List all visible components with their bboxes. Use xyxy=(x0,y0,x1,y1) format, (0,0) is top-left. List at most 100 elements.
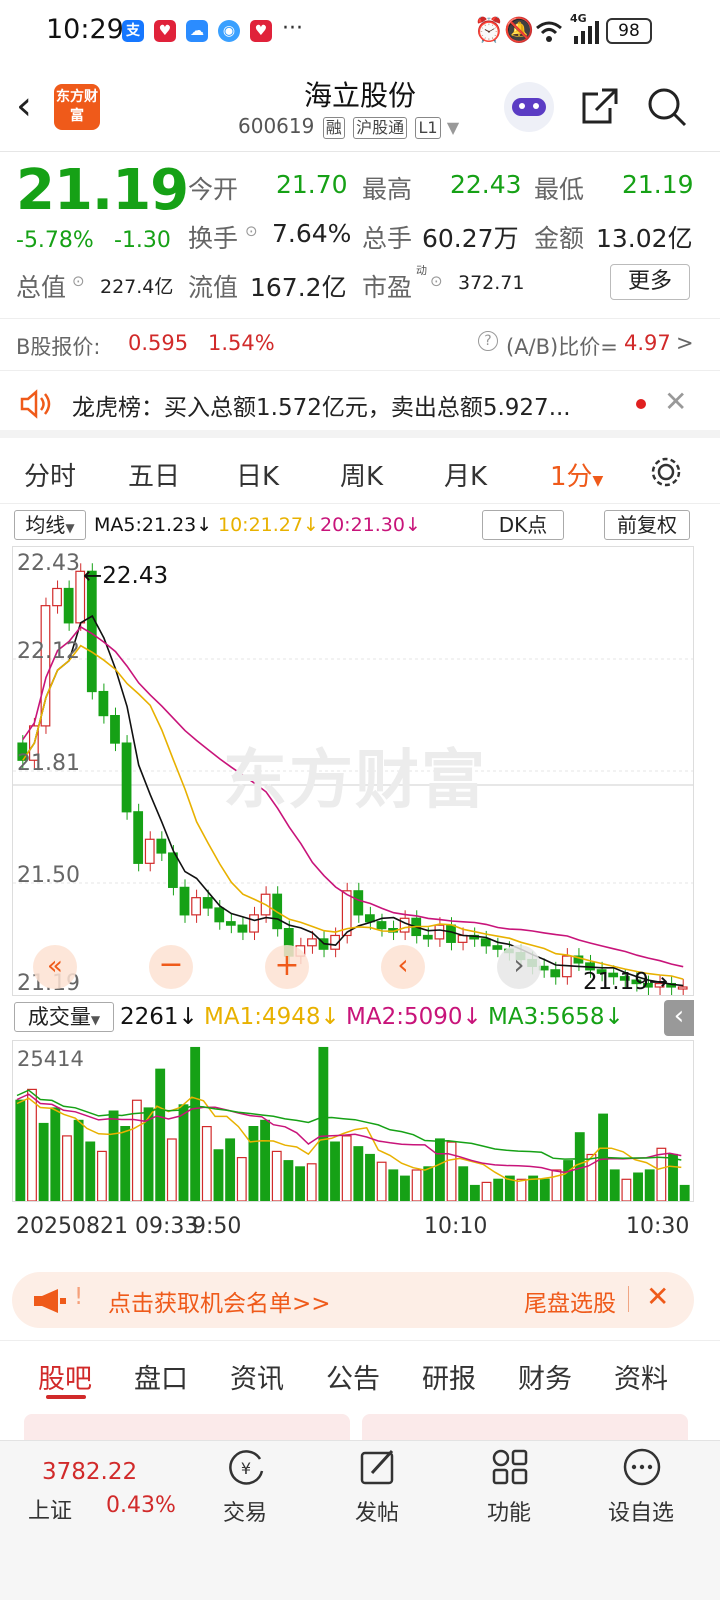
banner-right-text[interactable]: 尾盘选股 xyxy=(524,1284,616,1318)
close-icon[interactable]: ✕ xyxy=(664,385,687,418)
gear-icon[interactable] xyxy=(648,454,684,490)
time-label: 10:30 xyxy=(626,1214,690,1239)
help-icon[interactable]: ? xyxy=(478,331,498,351)
zoom-out-button[interactable]: − xyxy=(149,945,193,989)
share-icon[interactable] xyxy=(580,86,620,126)
volume-ma2: MA2:5090↓ xyxy=(346,1004,482,1030)
info-icon[interactable]: ⊙ xyxy=(245,222,258,240)
volume-bar xyxy=(411,1169,422,1201)
volume-bar xyxy=(434,1138,445,1201)
candle xyxy=(202,897,213,909)
indicator-select[interactable]: 均线▼ xyxy=(14,510,86,540)
signal-icon xyxy=(574,21,599,44)
weather-icon: ☁ xyxy=(186,20,208,42)
volume-bar xyxy=(668,1153,678,1201)
wifi-icon xyxy=(536,21,562,42)
tab-monthly-k[interactable]: 月K xyxy=(444,456,487,493)
tab-profile[interactable]: 资料 xyxy=(614,1357,668,1396)
tab-five-day[interactable]: 五日 xyxy=(128,456,180,493)
zoom-in-button[interactable]: + xyxy=(265,945,309,989)
tab-daily-k[interactable]: 日K xyxy=(236,456,279,493)
volume-current: 2261↓ xyxy=(120,1004,198,1030)
close-icon[interactable]: ✕ xyxy=(646,1280,669,1313)
tab-order-book[interactable]: 盘口 xyxy=(134,1357,188,1396)
collapse-panel-button[interactable]: ‹ xyxy=(664,1000,694,1036)
banner-link[interactable]: 点击获取机会名单>> xyxy=(108,1284,331,1318)
candlestick-chart[interactable]: 东方财富 22.43 22.12 21.81 21.50 21.19 ←22.4… xyxy=(12,546,694,996)
tab-announcements[interactable]: 公告 xyxy=(326,1357,380,1396)
volume-bar xyxy=(516,1178,527,1201)
grid-icon xyxy=(492,1449,528,1485)
tab-weekly-k[interactable]: 周K xyxy=(340,456,383,493)
watermark: 东方财富 xyxy=(223,744,487,818)
float-label: 流值 xyxy=(188,273,239,302)
adjust-button[interactable]: 前复权 xyxy=(604,510,690,540)
y-axis-label: 21.50 xyxy=(17,863,80,888)
amount-label: 金额 xyxy=(534,224,585,253)
candle xyxy=(307,938,317,947)
volume-svg xyxy=(15,1046,690,1201)
promo-banner[interactable]: ! 点击获取机会名单>> 尾盘选股 ✕ xyxy=(12,1272,694,1328)
b-share-price: 0.595 xyxy=(128,331,189,355)
pe-label: 市盈 xyxy=(362,273,413,302)
candle xyxy=(121,742,132,813)
high-label: 最高 xyxy=(362,175,413,204)
volume-bar xyxy=(341,1135,352,1201)
tab-forum[interactable]: 股吧 xyxy=(38,1357,92,1396)
active-tab-indicator xyxy=(46,1395,86,1399)
info-icon[interactable]: ⊙ xyxy=(72,272,85,290)
bottom-navigation: 3782.22 上证 0.43% ¥ 交易 发帖 功能 设自选 xyxy=(0,1440,720,1600)
volume-bar xyxy=(481,1181,492,1201)
high-marker: ←22.43 xyxy=(83,563,169,589)
edit-icon xyxy=(360,1449,394,1485)
nav-label: 发帖 xyxy=(354,1501,399,1526)
volume-ma3: MA3:5658↓ xyxy=(488,1004,624,1030)
tab-financials[interactable]: 财务 xyxy=(518,1357,572,1396)
scroll-left-button[interactable]: ‹ xyxy=(381,945,425,989)
dk-point-button[interactable]: DK点 xyxy=(482,510,564,540)
candle xyxy=(110,714,120,744)
b-share-label: B股报价: xyxy=(16,335,101,359)
volume-bar xyxy=(306,1163,317,1201)
search-icon[interactable] xyxy=(646,86,688,128)
turnover-label: 换手 xyxy=(188,224,239,253)
volume-bar xyxy=(50,1107,61,1201)
dragon-tiger-banner[interactable]: 龙虎榜：买入总额1.572亿元，卖出总额5.927... ✕ xyxy=(0,370,720,438)
candle xyxy=(249,914,259,933)
more-notifications-icon: ··· xyxy=(282,16,303,41)
battery-indicator: 98 xyxy=(606,18,652,44)
b-share-row[interactable]: B股报价: 0.595 1.54% ? (A/B)比价= 4.97 > xyxy=(0,318,720,370)
volume-bar xyxy=(248,1125,259,1201)
megaphone-icon xyxy=(34,1289,66,1313)
tab-news[interactable]: 资讯 xyxy=(230,1357,284,1396)
ma10-value: 10:21.27↓ xyxy=(218,514,319,536)
more-button[interactable]: 更多 xyxy=(610,264,690,300)
ab-ratio-value: 4.97 xyxy=(624,331,671,355)
volume-bar xyxy=(155,1068,166,1201)
nav-label: 设自选 xyxy=(607,1501,674,1526)
volume-select[interactable]: 成交量▼ xyxy=(14,1002,114,1032)
tab-research[interactable]: 研报 xyxy=(422,1357,476,1396)
volume-bar xyxy=(388,1169,399,1201)
candle xyxy=(168,852,178,888)
trade-icon: ¥ xyxy=(229,1450,264,1485)
scroll-right-button[interactable]: › xyxy=(497,945,541,989)
candle xyxy=(52,587,62,607)
ma-indicator-row: 均线▼ MA5:21.23↓ 10:21.27↓ 20:21.30↓ DK点 前… xyxy=(0,508,720,544)
tab-intraday[interactable]: 分时 xyxy=(24,456,76,493)
tab-1min[interactable]: 1分▼ xyxy=(550,456,603,493)
stock-code-line: 600619 融 沪股通 L1 ▼ xyxy=(238,114,459,139)
more-circle-icon xyxy=(623,1448,661,1486)
assistant-robot-icon[interactable] xyxy=(504,82,554,132)
volume-bar xyxy=(656,1147,667,1201)
volume-bar xyxy=(493,1178,504,1201)
turnover-value: 7.64% xyxy=(272,219,352,248)
volume-bar xyxy=(190,1046,201,1201)
info-icon[interactable]: ⊙ xyxy=(430,272,443,290)
volume-chart[interactable]: 25414 xyxy=(12,1040,694,1202)
ab-ratio-label: (A/B)比价= xyxy=(506,335,618,359)
volume-bar xyxy=(644,1169,655,1201)
dropdown-arrow-icon[interactable]: ▼ xyxy=(447,118,459,137)
fast-back-button[interactable]: « xyxy=(33,945,77,989)
indicator-select-label: 均线 xyxy=(25,513,66,537)
